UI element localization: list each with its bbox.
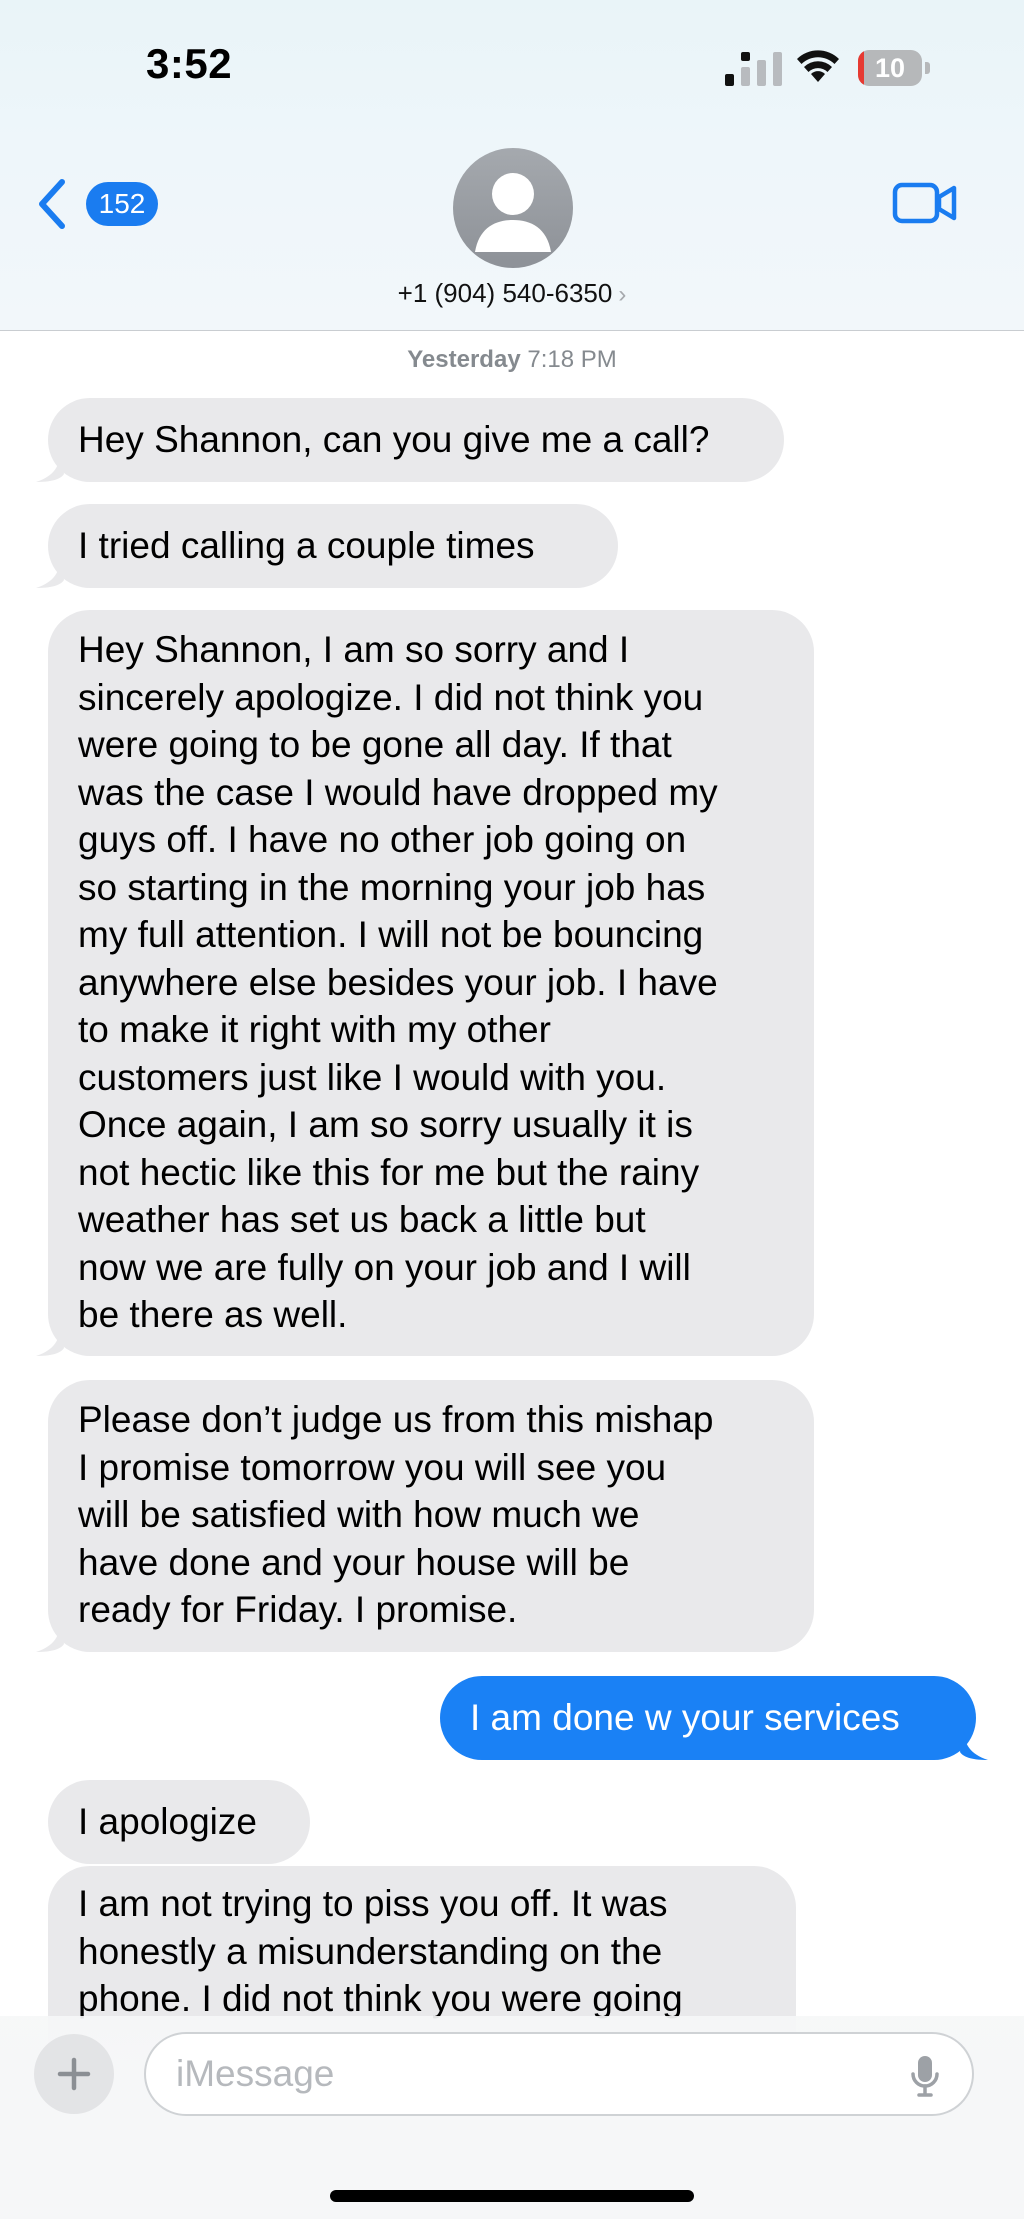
incoming-message-bubble[interactable]: I tried calling a couple times — [48, 504, 618, 588]
battery-level: 10 — [874, 53, 906, 83]
chevron-right-icon: › — [618, 281, 627, 308]
contact-phone-number: +1 (904) 540-6350 — [397, 278, 613, 308]
incoming-message-bubble[interactable]: Hey Shannon, can you give me a call? — [48, 398, 784, 482]
incoming-message-bubble[interactable]: Please don’t judge us from this mishap I… — [48, 1380, 814, 1652]
battery-body: 10 — [858, 50, 922, 86]
battery-tip — [925, 62, 930, 74]
back-button[interactable]: 152 — [34, 178, 158, 230]
outgoing-message-bubble[interactable]: I am done w your services — [440, 1676, 976, 1760]
microphone-icon[interactable] — [910, 2054, 940, 2098]
imessage-input[interactable] — [144, 2032, 974, 2116]
bubble-tail — [36, 1326, 64, 1356]
chevron-left-icon — [39, 179, 65, 229]
message-timestamp: Yesterday 7:18 PM — [0, 346, 1024, 374]
bubble-tail — [960, 1730, 988, 1760]
contact-avatar[interactable] — [453, 148, 573, 268]
contact-title[interactable]: +1 (904) 540-6350 › — [0, 278, 1024, 309]
wifi-icon — [797, 50, 839, 82]
incoming-message-bubble[interactable]: I apologize — [48, 1780, 310, 1864]
home-indicator — [330, 2190, 694, 2202]
conversation-header: 3:52 10 152 +1 (904) 540-6350 › — [0, 0, 1024, 331]
unread-count-badge: 152 — [86, 182, 158, 226]
video-camera-icon[interactable] — [892, 180, 958, 226]
battery-icon: 10 — [858, 50, 930, 86]
messages-screen: 3:52 10 152 +1 (904) 540-6350 › Yesterda… — [0, 0, 1024, 2219]
plus-icon — [57, 2057, 91, 2091]
bubble-tail — [36, 558, 64, 588]
incoming-message-bubble[interactable]: Hey Shannon, I am so sorry and I sincere… — [48, 610, 814, 1356]
cellular-signal-icon — [725, 52, 782, 86]
person-icon — [475, 173, 551, 252]
status-time: 3:52 — [146, 40, 233, 87]
bubble-tail — [36, 452, 64, 482]
timestamp-day: Yesterday — [407, 346, 521, 373]
bubble-tail — [36, 1622, 64, 1652]
timestamp-time: 7:18 PM — [527, 346, 617, 373]
apps-plus-button[interactable] — [34, 2034, 114, 2114]
